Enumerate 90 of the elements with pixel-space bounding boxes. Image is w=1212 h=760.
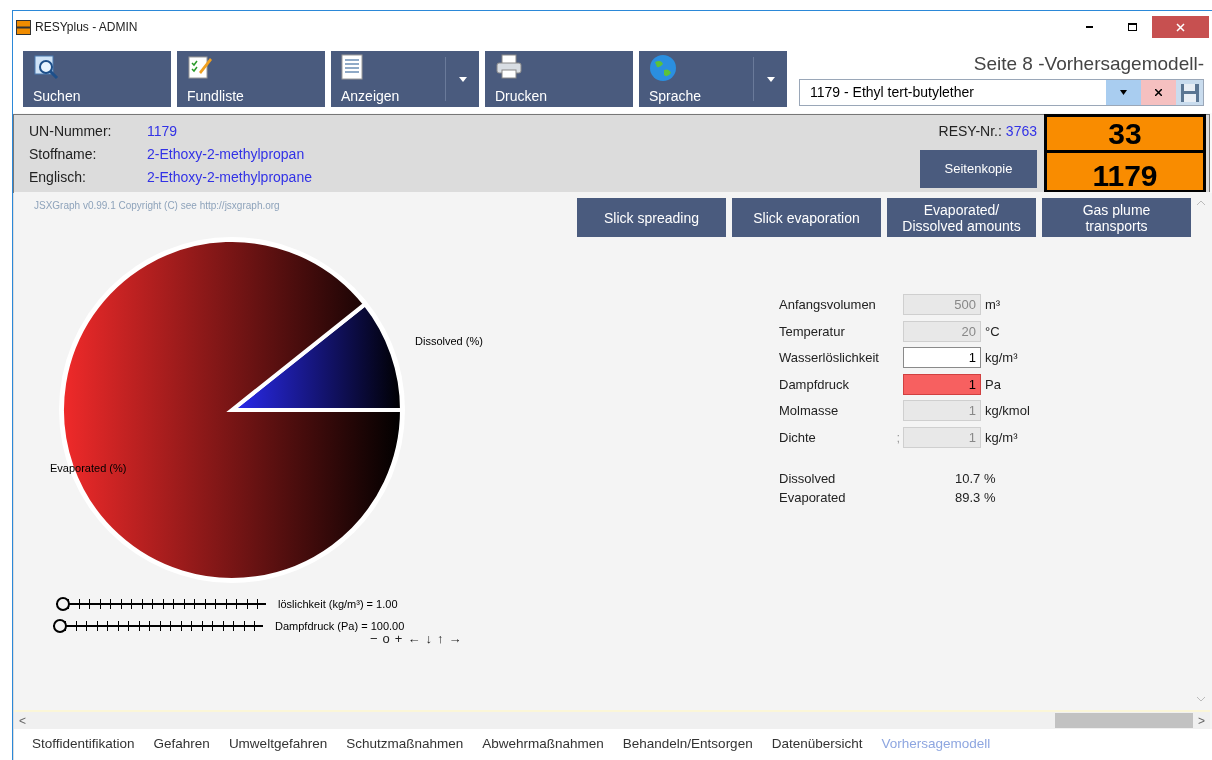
result-value: 10.7 % <box>955 470 996 488</box>
page-title: Seite 8 -Vorhersagemodell- <box>973 52 1204 76</box>
select-value: 1179 - Ethyl tert-butylether <box>809 83 975 102</box>
unit-label: °C <box>985 322 1000 341</box>
slider-thumb[interactable] <box>56 597 70 612</box>
info-label: Englisch: <box>29 168 87 187</box>
save-button[interactable] <box>1176 80 1203 105</box>
nav-control[interactable]: ↓ <box>425 632 432 646</box>
model-button[interactable]: Evaporated/ Dissolved amounts <box>887 198 1036 237</box>
un-number: 1179 <box>1091 158 1159 194</box>
result-label: Evaporated <box>779 489 847 507</box>
nav-control[interactable]: → <box>448 632 462 646</box>
horizontal-scrollbar[interactable]: < > <box>14 712 1210 729</box>
window-title: RESYplus - ADMIN <box>35 19 138 36</box>
search-icon <box>33 54 59 80</box>
unit-label: kg/m³ <box>985 428 1018 447</box>
checklist-pencil-icon <box>187 54 213 80</box>
document-icon <box>341 54 363 80</box>
caret-icon <box>766 76 775 82</box>
scroll-down-icon <box>1196 696 1206 702</box>
nav-control[interactable]: − <box>370 632 378 646</box>
toolbar-button[interactable]: Drucken <box>485 51 633 107</box>
model-button[interactable]: Slick evaporation <box>732 198 881 237</box>
slider-thumb[interactable] <box>53 619 67 634</box>
parameter-label: Dampfdruck <box>779 375 851 394</box>
info-label: UN-Nummer: <box>29 122 113 141</box>
nav-control[interactable]: ↑ <box>436 632 444 646</box>
slider-track[interactable] <box>56 597 266 612</box>
clear-button[interactable] <box>1141 80 1176 105</box>
caret-icon <box>458 76 467 82</box>
value-field[interactable]: 1 <box>903 347 981 369</box>
dropdown-button[interactable] <box>1106 80 1141 105</box>
slider-track[interactable] <box>53 619 263 634</box>
toolbar-button[interactable]: Fundliste <box>177 51 325 107</box>
info-value: 2-Ethoxy-2-methylpropan <box>147 145 305 164</box>
unit-label: Pa <box>985 375 1001 394</box>
unit-label: kg/kmol <box>985 402 1030 420</box>
globe-icon <box>649 54 677 82</box>
toolbar-label: Anzeigen <box>341 89 401 103</box>
page-copy-button[interactable]: Seitenkopie <box>920 150 1037 188</box>
scroll-right-button[interactable]: > <box>1193 711 1210 730</box>
nav-control[interactable]: + <box>394 632 403 646</box>
parameter-label: Temperatur <box>779 322 846 341</box>
caret-icon <box>1120 90 1127 95</box>
nav-control[interactable]: ← <box>407 632 421 646</box>
page-tab[interactable]: Stoffidentifikation <box>32 734 135 755</box>
page-tab[interactable]: Behandeln/Entsorgen <box>622 734 753 755</box>
toolbar-label: Fundliste <box>187 89 245 103</box>
hazard-number: 33 <box>1047 117 1203 153</box>
parameter-label: Molmasse <box>779 402 840 420</box>
info-value: 1179 <box>147 122 178 141</box>
toolbar-button[interactable]: Sprache <box>639 51 787 107</box>
close-icon <box>1155 89 1162 96</box>
page-tab[interactable]: Umweltgefahren <box>228 734 328 755</box>
resy-label: RESY-Nr.: <box>938 122 1002 141</box>
info-value: 2-Ethoxy-2-methylpropane <box>147 168 312 187</box>
slice-label: Dissolved (%) <box>415 334 483 349</box>
info-label: Stoffname: <box>29 145 98 164</box>
substance-select[interactable]: 1179 - Ethyl tert-butylether <box>799 79 1204 106</box>
page-tab[interactable]: Schutzmaßnahmen <box>346 734 464 755</box>
scrollbar-thumb[interactable] <box>1055 713 1193 728</box>
slider-label: Dampfdruck (Pa) = 100.00 <box>275 619 405 634</box>
parameter-label: Wasserlöslichkeit <box>779 349 880 367</box>
toolbar-label: Sprache <box>649 89 703 103</box>
toolbar-label: Suchen <box>33 89 82 103</box>
nav-control[interactable]: o <box>382 632 390 646</box>
parameter-label: Dichte <box>779 428 817 447</box>
model-button[interactable]: Gas plume transports <box>1042 198 1191 237</box>
toolbar-button[interactable]: Suchen <box>23 51 171 107</box>
separator-mark: ; <box>896 429 900 445</box>
result-value: 89.3 % <box>955 489 996 507</box>
resy-value: 3763 <box>1005 122 1037 141</box>
scroll-up-icon <box>1196 200 1206 206</box>
scroll-left-button[interactable]: < <box>14 711 31 730</box>
model-button[interactable]: Slick spreading <box>577 198 726 237</box>
printer-icon <box>495 54 523 80</box>
slider-label: löslichkeit (kg/m³) = 1.00 <box>278 597 398 612</box>
page-tab[interactable]: Datenübersicht <box>771 734 863 755</box>
parameter-label: Anfangsvolumen <box>779 296 877 314</box>
toolbar-button[interactable]: Anzeigen <box>331 51 479 107</box>
credit-text: JSXGraph v0.99.1 Copyright (C) see http://jsxgraph.org <box>34 199 280 213</box>
app-logo-icon <box>16 19 31 35</box>
page-tab[interactable]: Gefahren <box>153 734 210 755</box>
unit-label: m³ <box>985 296 1001 314</box>
page-tab[interactable]: Abwehrmaßnahmen <box>482 734 604 755</box>
toolbar-label: Drucken <box>495 89 549 103</box>
unit-label: kg/m³ <box>985 349 1018 367</box>
close-icon <box>1176 22 1185 32</box>
result-label: Dissolved <box>779 470 837 488</box>
value-field[interactable]: 1 <box>903 373 981 395</box>
